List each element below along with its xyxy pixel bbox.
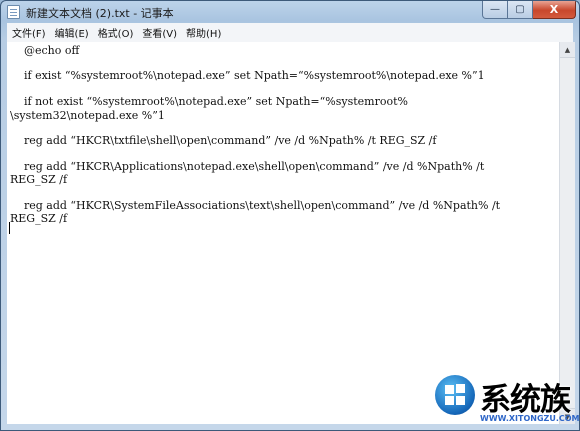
arrow-up-icon: ▲ xyxy=(564,45,571,54)
windows-logo-icon xyxy=(435,375,475,415)
text-line: reg add “HKCR\txtfile\shell\open\command… xyxy=(10,134,437,147)
maximize-button[interactable]: ▢ xyxy=(508,1,533,19)
maximize-icon: ▢ xyxy=(515,4,525,15)
menu-file[interactable]: 文件(F) xyxy=(8,25,50,40)
vertical-scrollbar[interactable]: ▲ ▼ xyxy=(559,42,575,424)
window-controls: — ▢ X xyxy=(482,1,576,20)
scroll-up-button[interactable]: ▲ xyxy=(560,42,575,58)
window-title: 新建文本文档 (2).txt - 记事本 xyxy=(26,7,174,20)
text-line: if exist “%systemroot%\notepad.exe” set … xyxy=(10,69,485,82)
watermark: 系统族 WWW.XITONGZU.COM xyxy=(430,370,580,431)
text-line: \system32\notepad.exe %”1 xyxy=(10,109,165,122)
menu-format[interactable]: 格式(O) xyxy=(94,25,138,40)
menu-help[interactable]: 帮助(H) xyxy=(182,25,225,40)
menu-edit[interactable]: 编辑(E) xyxy=(51,25,93,40)
text-caret xyxy=(9,222,10,234)
notepad-window: 新建文本文档 (2).txt - 记事本 — ▢ X 文件(F) 编辑(E) 格… xyxy=(0,0,580,431)
text-line: reg add “HKCR\SystemFileAssociations\tex… xyxy=(10,199,501,212)
close-button[interactable]: X xyxy=(533,1,576,19)
minimize-button[interactable]: — xyxy=(482,1,508,19)
text-line: @echo off xyxy=(10,44,80,57)
text-line: reg add “HKCR\Applications\notepad.exe\s… xyxy=(10,160,485,173)
menu-view[interactable]: 查看(V) xyxy=(138,25,181,40)
text-editor-area[interactable]: @echo off if exist “%systemroot%\notepad… xyxy=(7,42,559,424)
close-icon: X xyxy=(549,3,559,16)
text-line: REG_SZ /f xyxy=(10,173,68,186)
text-line: if not exist “%systemroot%\notepad.exe” … xyxy=(10,95,408,108)
watermark-url: WWW.XITONGZU.COM xyxy=(480,414,580,423)
menu-bar: 文件(F) 编辑(E) 格式(O) 查看(V) 帮助(H) xyxy=(7,23,573,43)
minimize-icon: — xyxy=(490,4,500,15)
title-bar[interactable]: 新建文本文档 (2).txt - 记事本 — ▢ X xyxy=(1,1,579,23)
text-line: REG_SZ /f xyxy=(10,212,68,225)
watermark-name: 系统族 xyxy=(480,382,571,418)
notepad-app-icon[interactable] xyxy=(7,5,20,19)
